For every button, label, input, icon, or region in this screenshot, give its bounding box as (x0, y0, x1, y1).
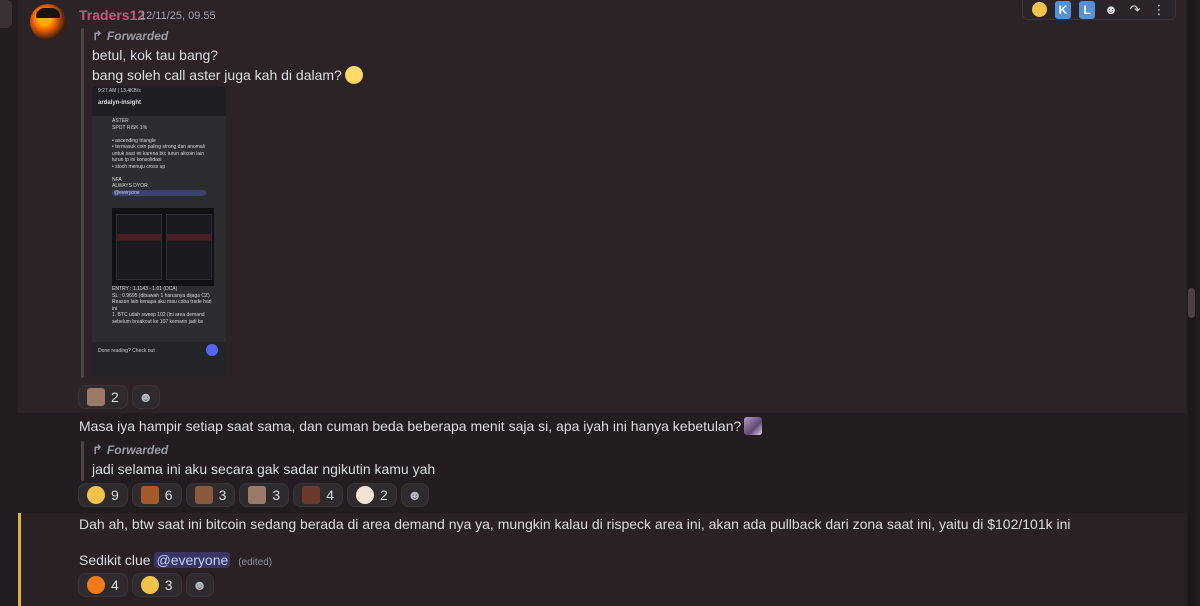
reaction-count: 4 (326, 487, 334, 503)
add-reaction-icon[interactable]: ☻ (185, 573, 214, 597)
add-reaction-icon[interactable]: ☻ (131, 385, 160, 409)
hand-emoji-icon (194, 486, 213, 504)
reaction-k-button[interactable]: K (1055, 0, 1071, 19)
forwarded-label: ↱ Forwarded (92, 442, 168, 458)
reaction-count: 6 (164, 487, 173, 503)
reaction-count: 3 (164, 577, 173, 593)
message-text: Sedikit clue (79, 552, 151, 568)
reaction-l-button[interactable]: L (1079, 0, 1095, 19)
message-text: bang soleh call aster juga kah di dalam? (92, 67, 342, 83)
message-line: Sedikit clue @everyone (edited) (79, 552, 272, 568)
anime-emoji-icon (744, 417, 763, 435)
forwarded-message-line: betul, kok tau bang? (92, 47, 219, 63)
forward-arrow-icon: ↱ (92, 442, 103, 457)
reaction-chip[interactable]: 3 (185, 483, 236, 507)
phone-send-icon (206, 344, 218, 356)
forwarded-label: ↱ Forwarded (92, 28, 168, 44)
forwarded-message-line: bang soleh call aster juga kah di dalam? (92, 66, 363, 84)
edited-label: (edited) (238, 557, 273, 568)
reaction-count: 2 (379, 487, 388, 503)
add-reaction-icon[interactable]: ☻ (400, 483, 429, 507)
reaction-chip[interactable]: 3 (131, 573, 182, 597)
forwarded-message-line: jadi selama ini aku secara gak sadar ngi… (92, 461, 436, 477)
reaction-chip[interactable]: 6 (131, 483, 182, 507)
server-edge (0, 0, 12, 28)
reaction-chip[interactable]: 4 (293, 483, 343, 507)
phone-channel-name: ardalyn-insight (98, 100, 142, 106)
reaction-chip[interactable]: 9 (78, 483, 128, 507)
message-line: Dah ah, btw saat ini bitcoin sedang bera… (79, 516, 1071, 532)
squirrel-emoji-icon (140, 486, 159, 504)
monocle-emoji-icon (140, 576, 159, 594)
reaction-face-icon[interactable] (1031, 1, 1047, 19)
forwarded-text: Forwarded (106, 29, 169, 43)
phone-text-line: ALWAYS DYOR (112, 183, 148, 189)
add-reaction-icon[interactable]: ☻ (1103, 1, 1119, 19)
forward-icon[interactable]: ↷ (1127, 1, 1143, 19)
forwarded-text: Forwarded (106, 443, 169, 457)
reaction-count: 4 (111, 577, 119, 593)
timestamp[interactable]: 12/11/25, 09.55 (140, 10, 216, 22)
smile-emoji-icon (87, 486, 105, 504)
forward-quote-line (81, 28, 84, 378)
reaction-count: 3 (272, 487, 281, 503)
phone-chart-image (112, 208, 214, 286)
phone-status-text: 9:27 AM | 13.4KB/s (98, 88, 141, 94)
reaction-count: 3 (218, 487, 227, 503)
reaction-chip[interactable]: 2 (346, 483, 397, 507)
avatar[interactable] (30, 4, 66, 40)
message-line: Masa iya hampir setiap saat sama, dan cu… (79, 417, 763, 435)
attached-screenshot-image[interactable]: 9:27 AM | 13.4KB/s ardalyn-insight ASTER… (92, 86, 226, 376)
phone-text-line: @everyone (112, 189, 206, 196)
forward-quote-line (81, 441, 84, 481)
screen-emoji-icon (302, 486, 321, 504)
username[interactable]: Traders12 (79, 7, 145, 23)
reaction-bar: 4 3 ☻ (78, 573, 214, 597)
fire-emoji-icon (87, 576, 105, 594)
portrait-emoji-icon (248, 486, 267, 504)
phone-text-line: sebelum breakout ke 107 kemarin jadi bs (112, 318, 204, 325)
reaction-count: 2 (111, 389, 119, 405)
phone-footer-text: Done reading? Check out (98, 348, 155, 354)
reaction-chip[interactable]: 3 (239, 483, 290, 507)
reaction-bar: 9 6 3 3 4 2 ☻ (78, 483, 429, 507)
message-toolbar: K L ☻ ↷ ⋮ (1022, 0, 1176, 20)
phone-text-line: • termasuk coin paling strong dan anomal… (112, 144, 205, 150)
portrait-emoji-icon (87, 388, 105, 406)
thinking-emoji-icon (344, 66, 363, 84)
phone-message-body: ASTER SPOT RISK 1% • ascending triangle • … (92, 116, 226, 198)
everyone-mention[interactable]: @everyone (154, 552, 231, 568)
reaction-chip[interactable]: 4 (78, 573, 128, 597)
forward-arrow-icon: ↱ (92, 28, 103, 43)
reaction-bar: 2 ☻ (78, 385, 160, 409)
phone-lower-text: ENTRY : 1.1143 - 1.01 (DCA) SL : 0.9695 (… (112, 286, 224, 325)
scrollbar-thumb[interactable] (1188, 288, 1195, 318)
mention-highlight-bar (18, 513, 21, 606)
message-text: Masa iya hampir setiap saat sama, dan cu… (79, 418, 742, 434)
more-options-icon[interactable]: ⋮ (1151, 1, 1167, 19)
reaction-count: 9 (111, 487, 119, 503)
clown-emoji-icon (355, 486, 374, 504)
phone-text-line: Reason lain kenapa aku mau coba trade ha… (112, 299, 212, 305)
reaction-chip[interactable]: 2 (78, 385, 128, 409)
